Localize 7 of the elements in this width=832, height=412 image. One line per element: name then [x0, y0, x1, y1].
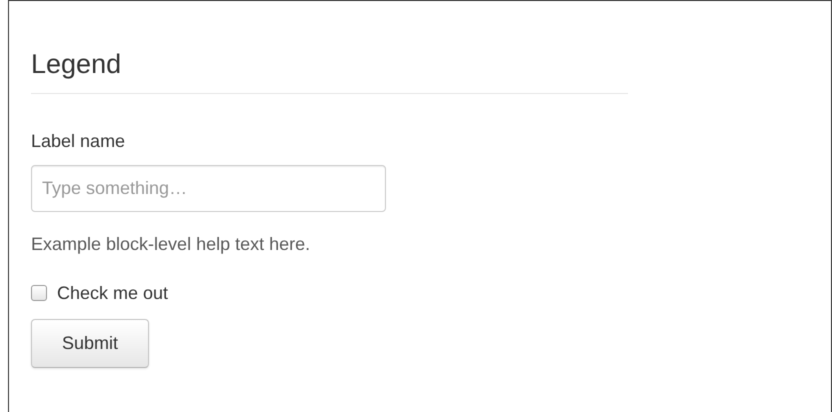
help-text: Example block-level help text here. — [31, 233, 310, 256]
form-legend: Legend — [31, 45, 628, 94]
submit-button[interactable]: Submit — [31, 319, 149, 368]
text-input[interactable]: Type something… — [31, 165, 386, 212]
field-label: Label name — [31, 130, 126, 153]
checkbox-label[interactable]: Check me out — [57, 281, 168, 305]
checkbox[interactable] — [31, 285, 47, 301]
